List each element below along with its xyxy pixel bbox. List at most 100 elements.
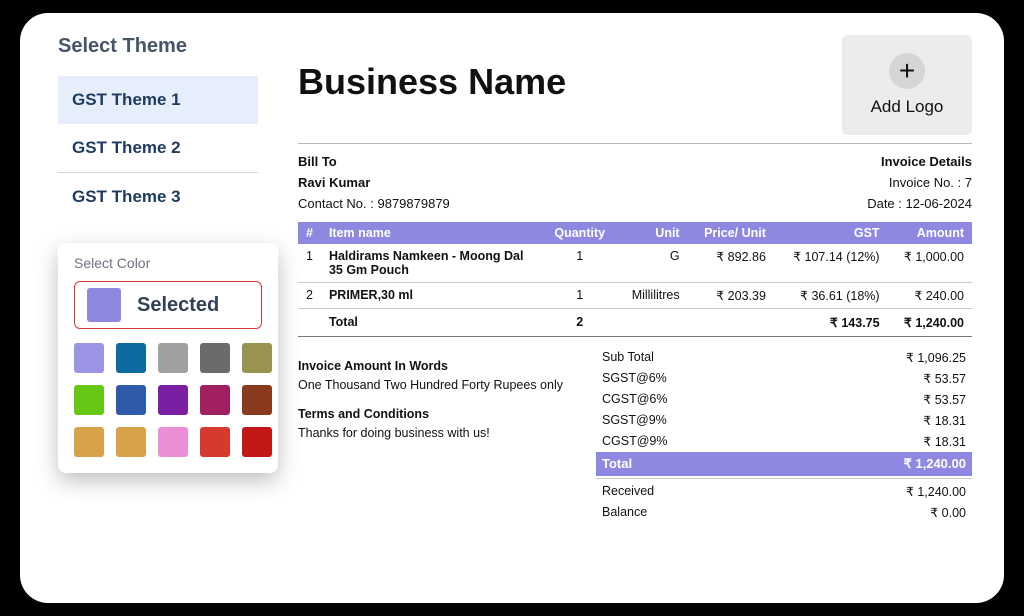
color-swatch-3[interactable] <box>200 343 230 373</box>
col-2: Quantity <box>543 222 617 244</box>
color-swatch-1[interactable] <box>116 343 146 373</box>
summary-label: Received <box>602 484 654 499</box>
sidebar: Select Theme GST Theme 1 GST Theme 2 GST… <box>58 35 258 585</box>
amount-words-label: Invoice Amount In Words <box>298 357 578 376</box>
total-cell-0 <box>298 309 321 337</box>
theme-option-1[interactable]: GST Theme 1 <box>58 76 258 124</box>
divider <box>298 143 972 144</box>
summary-column: Sub Total₹ 1,096.25SGST@6%₹ 53.57CGST@6%… <box>596 347 972 523</box>
selected-color-label: Selected <box>137 294 219 317</box>
summary-row: SGST@9% ₹ 18.31 <box>596 410 972 431</box>
theme-option-2[interactable]: GST Theme 2 <box>58 124 258 173</box>
color-panel: Select Color Selected <box>58 243 278 473</box>
cell-name: PRIMER,30 ml <box>321 283 543 309</box>
summary-label: CGST@6% <box>602 392 667 407</box>
invoice-number: Invoice No. : 7 <box>867 173 972 194</box>
color-swatch-12[interactable] <box>158 427 188 457</box>
summary-label: Balance <box>602 505 647 520</box>
business-name: Business Name <box>298 61 566 103</box>
table-row: 2PRIMER,30 ml1Millilitres₹ 203.39₹ 36.61… <box>298 283 972 309</box>
summary-row: CGST@6% ₹ 53.57 <box>596 389 972 410</box>
selected-color-row[interactable]: Selected <box>74 281 262 329</box>
terms-text: Thanks for doing business with us! <box>298 424 578 443</box>
col-0: # <box>298 222 321 244</box>
col-1: Item name <box>321 222 543 244</box>
table-total-row: Total2 ₹ 143.75₹ 1,240.00 <box>298 309 972 337</box>
terms-label: Terms and Conditions <box>298 405 578 424</box>
customer-contact: Contact No. : 9879879879 <box>298 194 450 215</box>
table-header-row: #Item nameQuantityUnitPrice/ UnitGSTAmou… <box>298 222 972 244</box>
sidebar-title: Select Theme <box>58 35 258 58</box>
summary-row: CGST@9% ₹ 18.31 <box>596 431 972 452</box>
total-cell-5: ₹ 143.75 <box>774 309 888 337</box>
total-cell-1: Total <box>321 309 543 337</box>
add-logo-button[interactable]: + Add Logo <box>842 35 972 135</box>
cell-gst: ₹ 36.61 (18%) <box>774 283 888 309</box>
summary-row: Received ₹ 1,240.00 <box>596 478 972 502</box>
cell-qty: 1 <box>543 244 617 283</box>
summary-value: ₹ 53.57 <box>923 392 966 407</box>
summary-value: ₹ 1,096.25 <box>906 350 966 365</box>
summary-row: Sub Total ₹ 1,096.25 <box>596 347 972 368</box>
cell-amount: ₹ 1,000.00 <box>888 244 972 283</box>
col-5: GST <box>774 222 888 244</box>
color-swatch-5[interactable] <box>74 385 104 415</box>
color-panel-title: Select Color <box>74 255 262 271</box>
color-swatch-0[interactable] <box>74 343 104 373</box>
add-logo-label: Add Logo <box>871 97 944 117</box>
invoice-details-label: Invoice Details <box>867 152 972 173</box>
total-cell-4 <box>688 309 774 337</box>
app-window: Select Theme GST Theme 1 GST Theme 2 GST… <box>20 13 1004 603</box>
cell-gst: ₹ 107.14 (12%) <box>774 244 888 283</box>
summary-value: ₹ 18.31 <box>923 434 966 449</box>
amount-words: One Thousand Two Hundred Forty Rupees on… <box>298 376 578 395</box>
bill-to-label: Bill To <box>298 152 450 173</box>
color-swatch-10[interactable] <box>74 427 104 457</box>
total-cell-2: 2 <box>543 309 617 337</box>
cell-unit: G <box>617 244 688 283</box>
total-cell-3 <box>617 309 688 337</box>
invoice-left-info: Invoice Amount In Words One Thousand Two… <box>298 347 578 523</box>
cell-price: ₹ 892.86 <box>688 244 774 283</box>
summary-value: ₹ 18.31 <box>923 413 966 428</box>
summary-total-row: Total ₹ 1,240.00 <box>596 452 972 476</box>
color-swatch-8[interactable] <box>200 385 230 415</box>
cell-amount: ₹ 240.00 <box>888 283 972 309</box>
invoice-preview: Business Name + Add Logo Bill To Ravi Ku… <box>258 35 972 585</box>
color-swatch-13[interactable] <box>200 427 230 457</box>
color-swatch-11[interactable] <box>116 427 146 457</box>
summary-label: SGST@9% <box>602 413 667 428</box>
total-cell-6: ₹ 1,240.00 <box>888 309 972 337</box>
swatch-grid <box>74 343 262 457</box>
cell-qty: 1 <box>543 283 617 309</box>
invoice-date: Date : 12-06-2024 <box>867 194 972 215</box>
summary-value: ₹ 1,240.00 <box>906 484 966 499</box>
table-row: 1Haldirams Namkeen - Moong Dal 35 Gm Pou… <box>298 244 972 283</box>
summary-label: CGST@9% <box>602 434 667 449</box>
summary-value: ₹ 53.57 <box>923 371 966 386</box>
cell-price: ₹ 203.39 <box>688 283 774 309</box>
summary-total-value: ₹ 1,240.00 <box>904 456 967 472</box>
col-6: Amount <box>888 222 972 244</box>
theme-option-3[interactable]: GST Theme 3 <box>58 173 258 221</box>
color-swatch-6[interactable] <box>116 385 146 415</box>
color-swatch-7[interactable] <box>158 385 188 415</box>
summary-label: SGST@6% <box>602 371 667 386</box>
summary-label: Sub Total <box>602 350 654 365</box>
col-4: Price/ Unit <box>688 222 774 244</box>
cell-unit: Millilitres <box>617 283 688 309</box>
cell-n: 1 <box>298 244 321 283</box>
summary-value: ₹ 0.00 <box>930 505 966 520</box>
plus-icon: + <box>889 53 925 89</box>
customer-name: Ravi Kumar <box>298 173 450 194</box>
col-3: Unit <box>617 222 688 244</box>
summary-total-label: Total <box>602 456 632 472</box>
color-swatch-2[interactable] <box>158 343 188 373</box>
selected-color-swatch <box>87 288 121 322</box>
summary-row: Balance ₹ 0.00 <box>596 502 972 523</box>
bill-header-row: Bill To Ravi Kumar Contact No. : 9879879… <box>298 152 972 214</box>
items-table: #Item nameQuantityUnitPrice/ UnitGSTAmou… <box>298 222 972 337</box>
cell-n: 2 <box>298 283 321 309</box>
summary-row: SGST@6% ₹ 53.57 <box>596 368 972 389</box>
cell-name: Haldirams Namkeen - Moong Dal 35 Gm Pouc… <box>321 244 543 283</box>
